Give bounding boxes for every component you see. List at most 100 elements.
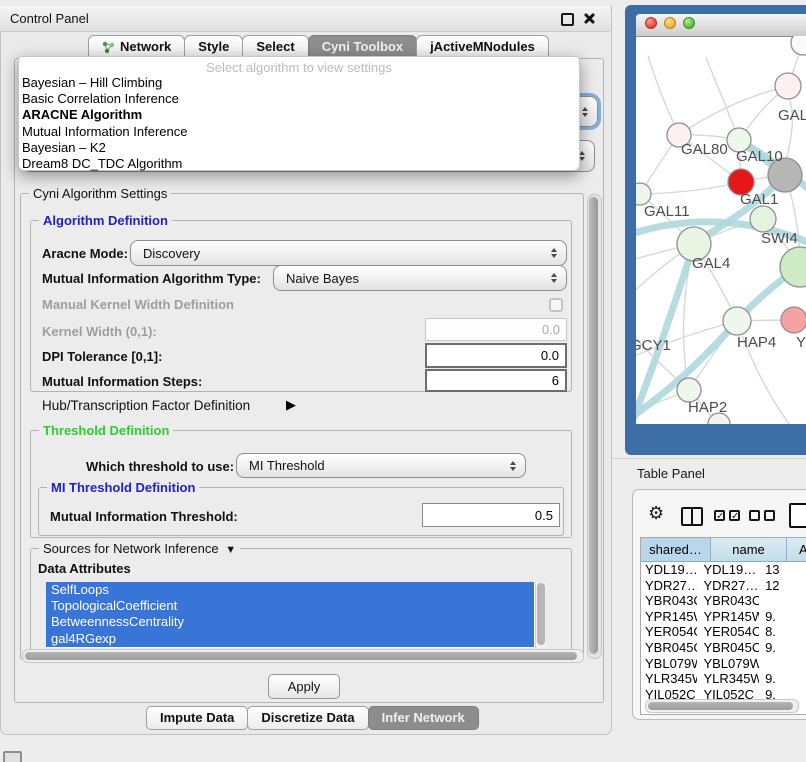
- data-attribute-item[interactable]: BetweennessCentrality: [46, 614, 534, 630]
- table-row[interactable]: YLR345WYLR345W9.: [641, 671, 806, 687]
- kernel-width-field[interactable]: 0.0: [425, 318, 567, 341]
- minimize-traffic-light[interactable]: [664, 17, 676, 29]
- node-label: GAL10: [736, 148, 783, 165]
- which-threshold-combobox[interactable]: MI Threshold: [236, 453, 526, 478]
- mi-threshold-label: Mutual Information Threshold:: [50, 509, 238, 524]
- cyni-algorithm-settings-title: Cyni Algorithm Settings: [29, 186, 171, 201]
- combo-arrows-icon: [582, 107, 588, 117]
- list-scrollbar-thumb[interactable]: [537, 583, 545, 645]
- zoom-traffic-light[interactable]: [683, 17, 695, 29]
- algorithm-menu-item[interactable]: Bayesian – K2: [19, 140, 579, 156]
- manual-kernel-width-label: Manual Kernel Width Definition: [42, 297, 234, 312]
- mi-threshold-field[interactable]: 0.5: [422, 503, 560, 527]
- table-cell: YDR27…: [641, 578, 697, 594]
- column-header[interactable]: A: [787, 538, 806, 562]
- close-traffic-light[interactable]: [645, 17, 657, 29]
- gear-icon[interactable]: ⚙: [648, 504, 664, 524]
- tab-discretize-data[interactable]: Discretize Data: [247, 706, 368, 730]
- algorithm-popup-items: Bayesian – Hill ClimbingBasic Correlatio…: [19, 75, 579, 172]
- algorithm-menu-item[interactable]: ARACNE Algorithm: [19, 107, 579, 123]
- kernel-width-label: Kernel Width (0,1):: [42, 324, 157, 339]
- column-header[interactable]: name: [711, 538, 787, 562]
- algorithm-definition-title: Algorithm Definition: [39, 213, 172, 228]
- list-scrollbar[interactable]: [535, 582, 546, 648]
- table-cell: YDR27…: [697, 578, 759, 594]
- mi-algorithm-type-combobox[interactable]: Naive Bayes: [273, 265, 567, 291]
- table-row[interactable]: YDR27…YDR27…12: [641, 578, 806, 594]
- network-window-titlebar: [636, 14, 806, 37]
- float-window-button[interactable]: [561, 13, 574, 26]
- collapse-arrow-icon[interactable]: ▼: [222, 544, 236, 556]
- node-label: GAL80: [681, 141, 728, 158]
- column-header[interactable]: shared…: [641, 538, 711, 562]
- table-row[interactable]: YER054CYER054C8.: [641, 624, 806, 640]
- table-row[interactable]: YBR043CYBR043C: [641, 593, 806, 609]
- panel-divider: [612, 458, 806, 459]
- window-corner-icon[interactable]: [3, 751, 22, 762]
- node-label: GAL: [778, 107, 806, 124]
- tab-impute-data[interactable]: Impute Data: [146, 706, 248, 730]
- dpi-tolerance-field[interactable]: 0.0: [425, 343, 567, 368]
- data-attribute-item[interactable]: gal4RGexp: [46, 631, 534, 647]
- close-icon[interactable]: [583, 12, 595, 24]
- network-node[interactable]: [791, 36, 806, 55]
- table-cell: YBR043C: [641, 593, 697, 609]
- aracne-mode-combobox[interactable]: Discovery: [130, 240, 567, 266]
- sources-hscrollbar[interactable]: [22, 649, 584, 663]
- network-node[interactable]: [750, 206, 776, 232]
- table-cell: YDL19…: [641, 562, 697, 578]
- table-cell: 9.: [759, 671, 806, 687]
- table-cell: YER054C: [697, 624, 759, 640]
- which-threshold-value: MI Threshold: [249, 458, 325, 473]
- data-attribute-item[interactable]: SelfLoops: [46, 582, 534, 598]
- hub-definition-label: Hub/Transcription Factor Definition: [42, 398, 250, 413]
- tab-infer-network[interactable]: Infer Network: [368, 706, 479, 730]
- table-row[interactable]: YBL079WYBL079W: [641, 656, 806, 672]
- table-hscrollbar-thumb[interactable]: [648, 702, 793, 710]
- apply-button[interactable]: Apply: [268, 674, 340, 699]
- mi-steps-field[interactable]: 6: [425, 369, 567, 392]
- table-cell: YDL19…: [697, 562, 759, 578]
- manual-kernel-width-checkbox[interactable]: [549, 298, 563, 312]
- table-header-row: shared…nameA: [641, 538, 806, 562]
- table-cell: 12: [759, 578, 806, 594]
- algorithm-menu-item[interactable]: Mutual Information Inference: [19, 124, 579, 140]
- algorithm-menu-item[interactable]: Bayesian – Hill Climbing: [19, 75, 579, 91]
- export-table-icon[interactable]: [789, 503, 806, 528]
- column-layout-icon[interactable]: [681, 507, 703, 526]
- data-attributes-list[interactable]: SelfLoopsTopologicalCoefficientBetweenne…: [46, 582, 546, 648]
- table-cell: YBR043C: [697, 593, 759, 609]
- table-panel-title: Table Panel: [637, 466, 705, 481]
- node-label: GCY1: [636, 337, 671, 354]
- sources-hscrollbar-thumb[interactable]: [25, 652, 577, 660]
- deselect-all-columns-icon[interactable]: [749, 510, 775, 521]
- settings-scrollbar-thumb[interactable]: [589, 197, 598, 654]
- algorithm-menu-item[interactable]: Dream8 DC_TDC Algorithm: [19, 156, 579, 172]
- network-node[interactable]: [723, 307, 751, 335]
- network-edge: [706, 58, 739, 140]
- table-cell: [759, 656, 806, 672]
- network-edge: [640, 182, 741, 194]
- node-label: SWI4: [761, 230, 798, 247]
- mi-algorithm-type-label: Mutual Information Algorithm Type:: [42, 271, 261, 286]
- aracne-mode-value: Discovery: [143, 246, 200, 261]
- table-row[interactable]: YBR045CYBR045C9.: [641, 640, 806, 656]
- network-canvas[interactable]: GALGAL80GAL10GAL1GAL11SWI4GAL4HAP4YGCY1H…: [636, 36, 806, 424]
- combo-arrows-icon: [551, 248, 557, 258]
- algorithm-menu-item[interactable]: Basic Correlation Inference: [19, 91, 579, 107]
- table-cell: YPR145W: [641, 609, 697, 625]
- select-all-columns-icon[interactable]: ✓✓: [714, 510, 740, 521]
- expand-arrow-icon[interactable]: ▶: [286, 397, 296, 413]
- network-node[interactable]: [781, 307, 806, 333]
- data-attribute-item[interactable]: TopologicalCoefficient: [46, 598, 534, 614]
- table-rows: YDL19…YDL19…13YDR27…YDR27…12YBR043CYBR04…: [641, 562, 806, 702]
- data-attributes-label: Data Attributes: [38, 561, 131, 576]
- settings-scrollbar[interactable]: [587, 194, 602, 659]
- table-row[interactable]: YPR145WYPR145W9.: [641, 609, 806, 625]
- node-label: Y: [796, 334, 806, 351]
- table-row[interactable]: YDL19…YDL19…13: [641, 562, 806, 578]
- table-hscrollbar[interactable]: [645, 699, 799, 713]
- desktop: Control Panel NetworkStyleSelectCyni Too…: [0, 0, 806, 762]
- mi-algorithm-type-value: Naive Bayes: [286, 271, 359, 286]
- network-node[interactable]: [775, 73, 801, 99]
